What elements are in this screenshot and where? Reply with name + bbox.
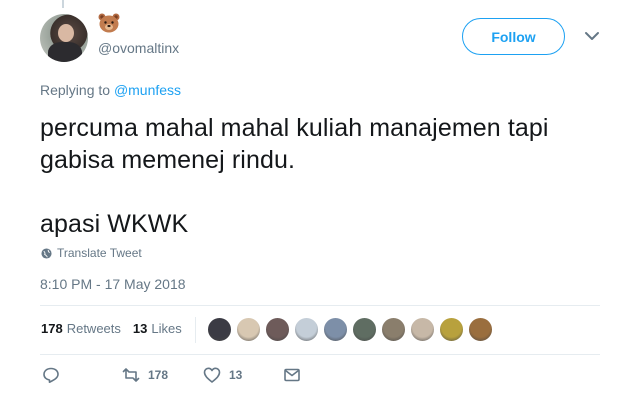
heart-icon — [203, 367, 221, 383]
direct-message-button[interactable] — [283, 366, 301, 384]
liker-avatar[interactable] — [468, 317, 493, 342]
replying-to-link[interactable]: @munfess — [114, 82, 181, 98]
like-button[interactable]: 13 — [203, 366, 242, 384]
retweets-stat[interactable]: 178 Retweets — [41, 321, 121, 336]
liker-avatar[interactable] — [381, 317, 406, 342]
divider — [40, 305, 600, 306]
liker-avatar[interactable] — [439, 317, 464, 342]
retweet-button[interactable]: 178 — [122, 366, 168, 384]
stats-separator — [195, 317, 196, 343]
tweet-timestamp[interactable]: 8:10 PM - 17 May 2018 — [40, 276, 186, 292]
avatar[interactable] — [40, 14, 88, 62]
replying-to: Replying to @munfess — [40, 82, 182, 98]
divider — [40, 354, 600, 355]
envelope-icon — [284, 368, 300, 382]
liker-avatar[interactable] — [265, 317, 290, 342]
retweet-count: 178 — [148, 368, 169, 382]
tweet-stats: 178 Retweets 13 Likes — [41, 321, 182, 336]
retweet-icon — [122, 368, 140, 382]
liker-avatar[interactable] — [294, 317, 319, 342]
likes-stat[interactable]: 13 Likes — [133, 321, 182, 336]
chevron-down-icon[interactable] — [584, 30, 600, 42]
liker-avatar[interactable] — [323, 317, 348, 342]
reply-icon — [43, 367, 59, 383]
translate-tweet-link[interactable]: Translate Tweet — [41, 246, 142, 260]
liker-avatar[interactable] — [236, 317, 261, 342]
liker-avatars — [207, 317, 493, 342]
thread-line — [62, 0, 64, 8]
liker-avatar[interactable] — [207, 317, 232, 342]
translate-label[interactable]: Translate Tweet — [57, 246, 142, 260]
liker-avatar[interactable] — [352, 317, 377, 342]
bear-emoji-icon — [98, 13, 120, 33]
liker-avatar[interactable] — [410, 317, 435, 342]
tweet-actions: 178 13 — [0, 366, 640, 390]
follow-button[interactable]: Follow — [462, 18, 565, 55]
tweet-text: percuma mahal mahal kuliah manajemen tap… — [40, 114, 549, 238]
globe-icon — [41, 247, 52, 259]
like-count: 13 — [229, 368, 243, 382]
user-handle[interactable]: @ovomaltinx — [98, 40, 179, 56]
reply-button[interactable] — [42, 366, 60, 384]
